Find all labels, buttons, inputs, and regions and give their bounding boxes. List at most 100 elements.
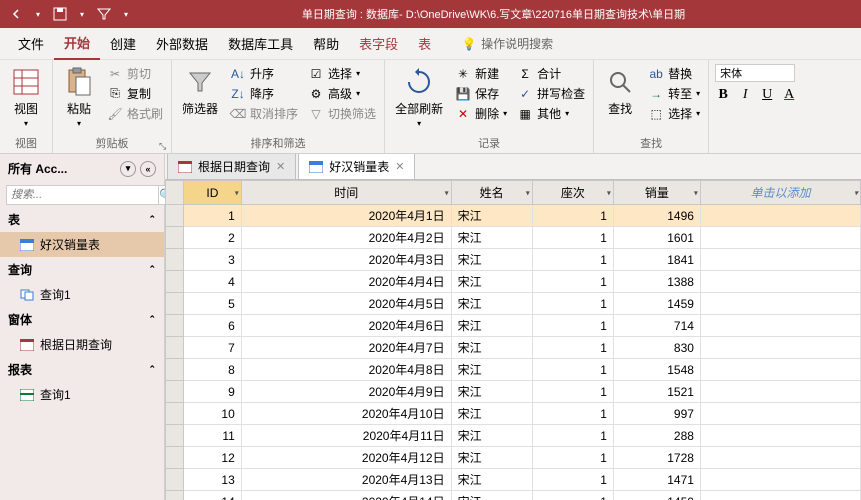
cell-seat[interactable]: 1: [532, 315, 613, 337]
table-row[interactable]: 9 2020年4月9日 宋江 1 1521: [166, 381, 861, 403]
cell-add[interactable]: [700, 249, 860, 271]
selection-button[interactable]: ☑选择▾: [306, 64, 378, 83]
cell-id[interactable]: 12: [184, 447, 242, 469]
replace-button[interactable]: ab替换: [646, 64, 702, 83]
cell-name[interactable]: 宋江: [451, 249, 532, 271]
cell-sales[interactable]: 1496: [613, 205, 700, 227]
paste-button[interactable]: 粘贴 ▾: [59, 64, 99, 130]
select-all-cell[interactable]: [166, 181, 184, 205]
more-button[interactable]: ▦其他▾: [515, 104, 587, 123]
close-icon[interactable]: ✕: [276, 160, 285, 173]
nav-dropdown-icon[interactable]: ▾: [120, 161, 136, 177]
cell-seat[interactable]: 1: [532, 359, 613, 381]
cell-seat[interactable]: 1: [532, 469, 613, 491]
cell-id[interactable]: 8: [184, 359, 242, 381]
table-row[interactable]: 3 2020年4月3日 宋江 1 1841: [166, 249, 861, 271]
cell-time[interactable]: 2020年4月13日: [241, 469, 451, 491]
nav-collapse-icon[interactable]: «: [140, 161, 156, 177]
table-row[interactable]: 5 2020年4月5日 宋江 1 1459: [166, 293, 861, 315]
table-row[interactable]: 7 2020年4月7日 宋江 1 830: [166, 337, 861, 359]
cell-add[interactable]: [700, 359, 860, 381]
cell-id[interactable]: 11: [184, 425, 242, 447]
tab-query[interactable]: 根据日期查询 ✕: [167, 154, 296, 179]
cell-seat[interactable]: 1: [532, 447, 613, 469]
totals-button[interactable]: Σ合计: [515, 64, 587, 83]
cell-seat[interactable]: 1: [532, 425, 613, 447]
nav-obj-query1[interactable]: 查询1: [0, 282, 164, 307]
cell-seat[interactable]: 1: [532, 293, 613, 315]
cell-name[interactable]: 宋江: [451, 381, 532, 403]
row-header[interactable]: [166, 293, 184, 315]
row-header[interactable]: [166, 249, 184, 271]
col-sales[interactable]: 销量▾: [613, 181, 700, 205]
cell-seat[interactable]: 1: [532, 381, 613, 403]
cell-add[interactable]: [700, 403, 860, 425]
delete-button[interactable]: ✕删除▾: [453, 104, 509, 123]
table-row[interactable]: 14 2020年4月14日 宋江 1 1450: [166, 491, 861, 500]
nav-obj-report1[interactable]: 查询1: [0, 382, 164, 407]
cell-add[interactable]: [700, 337, 860, 359]
cell-sales[interactable]: 1728: [613, 447, 700, 469]
cell-seat[interactable]: 1: [532, 227, 613, 249]
cell-seat[interactable]: 1: [532, 271, 613, 293]
table-row[interactable]: 11 2020年4月11日 宋江 1 288: [166, 425, 861, 447]
cell-sales[interactable]: 1471: [613, 469, 700, 491]
cell-sales[interactable]: 714: [613, 315, 700, 337]
cell-sales[interactable]: 1841: [613, 249, 700, 271]
col-add[interactable]: 单击以添加▾: [700, 181, 860, 205]
back-icon[interactable]: [8, 6, 24, 22]
cell-name[interactable]: 宋江: [451, 447, 532, 469]
cell-id[interactable]: 14: [184, 491, 242, 500]
sort-desc-button[interactable]: Z↓降序: [228, 84, 300, 103]
toggle-filter-button[interactable]: ▽切换筛选: [306, 104, 378, 123]
row-header[interactable]: [166, 271, 184, 293]
row-header[interactable]: [166, 337, 184, 359]
clear-sort-button[interactable]: ⌫取消排序: [228, 104, 300, 123]
bold-button[interactable]: B: [715, 87, 731, 103]
row-header[interactable]: [166, 491, 184, 500]
cell-time[interactable]: 2020年4月2日: [241, 227, 451, 249]
menu-help[interactable]: 帮助: [303, 28, 349, 59]
table-row[interactable]: 1 2020年4月1日 宋江 1 1496: [166, 205, 861, 227]
nav-obj-table1[interactable]: 好汉销量表: [0, 232, 164, 257]
filter-button[interactable]: 筛选器: [178, 64, 222, 119]
col-seat[interactable]: 座次▾: [532, 181, 613, 205]
cell-time[interactable]: 2020年4月10日: [241, 403, 451, 425]
underline-button[interactable]: U: [759, 87, 775, 103]
cell-add[interactable]: [700, 293, 860, 315]
cell-sales[interactable]: 1548: [613, 359, 700, 381]
font-color-button[interactable]: A: [781, 87, 797, 103]
row-header[interactable]: [166, 403, 184, 425]
data-grid[interactable]: ID▾ 时间▾ 姓名▾ 座次▾ 销量▾ 单击以添加▾ 1 2020年4月1日 宋…: [165, 180, 861, 500]
cell-add[interactable]: [700, 271, 860, 293]
cell-time[interactable]: 2020年4月5日: [241, 293, 451, 315]
cell-id[interactable]: 10: [184, 403, 242, 425]
cell-add[interactable]: [700, 491, 860, 500]
chevron-down-icon[interactable]: ▾: [854, 188, 858, 197]
goto-button[interactable]: →转至▾: [646, 84, 702, 103]
cell-add[interactable]: [700, 227, 860, 249]
cell-name[interactable]: 宋江: [451, 425, 532, 447]
cell-seat[interactable]: 1: [532, 337, 613, 359]
chevron-down-icon[interactable]: ▾: [445, 188, 449, 197]
menu-create[interactable]: 创建: [100, 28, 146, 59]
row-header[interactable]: [166, 469, 184, 491]
tab-table[interactable]: 好汉销量表 ✕: [298, 154, 415, 179]
cell-add[interactable]: [700, 205, 860, 227]
tell-me[interactable]: 💡 操作说明搜索: [461, 35, 553, 52]
table-row[interactable]: 10 2020年4月10日 宋江 1 997: [166, 403, 861, 425]
cell-sales[interactable]: 1388: [613, 271, 700, 293]
cell-sales[interactable]: 997: [613, 403, 700, 425]
cell-name[interactable]: 宋江: [451, 205, 532, 227]
view-button[interactable]: 视图 ▾: [6, 64, 46, 130]
cell-add[interactable]: [700, 447, 860, 469]
formatpainter-button[interactable]: 🖌格式刷: [105, 104, 165, 123]
cell-id[interactable]: 3: [184, 249, 242, 271]
cell-time[interactable]: 2020年4月11日: [241, 425, 451, 447]
col-time[interactable]: 时间▾: [241, 181, 451, 205]
table-row[interactable]: 8 2020年4月8日 宋江 1 1548: [166, 359, 861, 381]
save-button[interactable]: 💾保存: [453, 84, 509, 103]
menu-external[interactable]: 外部数据: [146, 28, 218, 59]
cell-id[interactable]: 4: [184, 271, 242, 293]
table-row[interactable]: 13 2020年4月13日 宋江 1 1471: [166, 469, 861, 491]
